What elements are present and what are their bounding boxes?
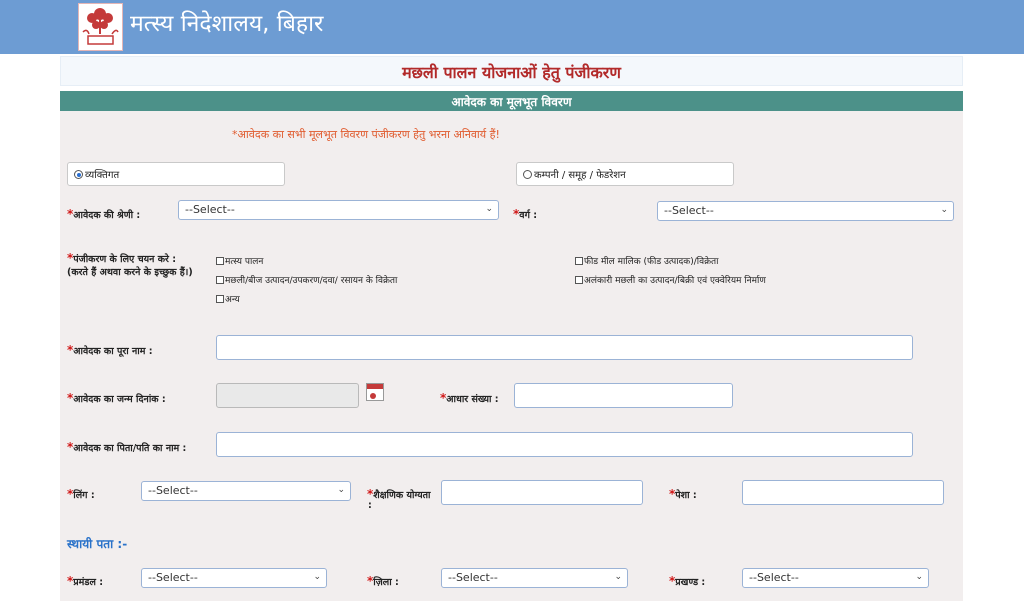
register-sublabel: (करते हैं अथवा करने के इच्छुक हैं।) xyxy=(67,267,193,278)
aadhar-input[interactable] xyxy=(514,383,733,408)
block-select[interactable]: --Select-- ⌄ xyxy=(742,568,929,588)
checkbox-box[interactable] xyxy=(575,257,583,265)
register-label: *पंजीकरण के लिए चयन करे : xyxy=(67,251,177,265)
checkbox-feed-mill[interactable]: फीड मील मालिक (फीड उत्पादक)/विक्रेता xyxy=(575,254,718,267)
checkbox-box[interactable] xyxy=(216,276,224,284)
occupation-input[interactable] xyxy=(742,480,944,505)
full-name-input[interactable] xyxy=(216,335,913,360)
checkbox-seller[interactable]: मछली/बीज उत्पादन/उपकरण/दवा/ रसायन के विक… xyxy=(216,273,397,286)
site-title: मत्स्य निदेशालय, बिहार xyxy=(130,11,324,37)
checkbox-box[interactable] xyxy=(575,276,583,284)
checkbox-ornamental[interactable]: अलंकारी मछली का उत्पादन/बिक्री एवं एक्वे… xyxy=(575,273,766,286)
class-label: *वर्ग : xyxy=(513,207,538,221)
father-name-label: *आवेदक का पिता/पति का नाम : xyxy=(67,440,187,454)
category-label: *आवेदक की श्रेणी : xyxy=(67,207,141,221)
checkbox-fish-farming[interactable]: मत्स्य पालन xyxy=(216,254,263,267)
section-title: आवेदक का मूलभूत विवरण xyxy=(451,95,572,109)
logo-icon xyxy=(78,3,123,51)
gender-select[interactable]: --Select-- ⌄ xyxy=(141,481,351,501)
gender-label: *लिंग : xyxy=(67,487,95,501)
checkbox-box[interactable] xyxy=(216,295,224,303)
form-title: मछली पालन योजनाओं हेतु पंजीकरण xyxy=(402,63,621,82)
district-label: *ज़िला : xyxy=(367,574,399,588)
radio-company-label: कम्पनी / समूह / फेडरेशन xyxy=(534,170,626,181)
calendar-icon[interactable] xyxy=(366,383,384,401)
block-label: *प्रखण्ड : xyxy=(669,574,706,588)
education-label-colon: : xyxy=(368,500,372,511)
name-label: *आवेदक का पूरा नाम : xyxy=(67,343,153,357)
permanent-address-heading: स्थायी पता :- xyxy=(67,537,128,551)
class-select[interactable]: --Select-- ⌄ xyxy=(657,201,954,221)
category-select[interactable]: --Select-- ⌄ xyxy=(178,200,499,220)
occupation-label: *पेशा : xyxy=(669,487,697,501)
radio-company[interactable] xyxy=(523,170,532,179)
father-name-input[interactable] xyxy=(216,432,913,457)
applicant-type-company[interactable]: कम्पनी / समूह / फेडरेशन xyxy=(516,162,734,186)
division-select[interactable]: --Select-- ⌄ xyxy=(141,568,327,588)
education-input[interactable] xyxy=(441,480,643,505)
chevron-down-icon: ⌄ xyxy=(940,205,948,215)
division-label: *प्रमंडल : xyxy=(67,574,103,588)
dob-input[interactable] xyxy=(216,383,359,408)
aadhar-label: *आधार संख्या : xyxy=(440,391,499,405)
checkbox-box[interactable] xyxy=(216,257,224,265)
radio-individual[interactable] xyxy=(74,170,83,179)
checkbox-other[interactable]: अन्य xyxy=(216,292,240,305)
radio-individual-label: व्यक्तिगत xyxy=(85,170,120,181)
top-header: मत्स्य निदेशालय, बिहार xyxy=(0,0,1024,54)
education-label: *शैक्षणिक योग्यता xyxy=(367,487,431,501)
chevron-down-icon: ⌄ xyxy=(337,485,345,495)
chevron-down-icon: ⌄ xyxy=(614,572,622,582)
form-title-box: मछली पालन योजनाओं हेतु पंजीकरण xyxy=(60,56,963,86)
chevron-down-icon: ⌄ xyxy=(485,204,493,214)
dob-label: *आवेदक का जन्म दिनांक : xyxy=(67,391,166,405)
district-select[interactable]: --Select-- ⌄ xyxy=(441,568,628,588)
mandatory-note: *आवेदक का सभी मूलभूत विवरण पंजीकरण हेतु … xyxy=(232,128,500,141)
chevron-down-icon: ⌄ xyxy=(313,572,321,582)
applicant-type-individual[interactable]: व्यक्तिगत xyxy=(67,162,285,186)
chevron-down-icon: ⌄ xyxy=(915,572,923,582)
section-header: आवेदक का मूलभूत विवरण xyxy=(60,91,963,111)
